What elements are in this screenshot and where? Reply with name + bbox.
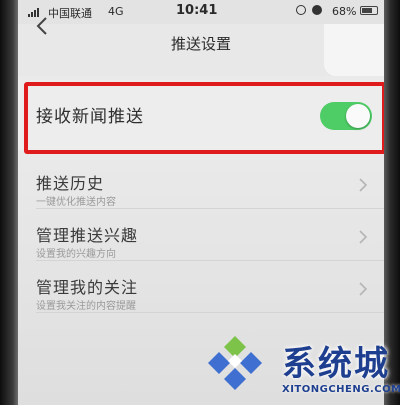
divider: [36, 208, 384, 209]
list-item-subtitle: 设置我关注的内容提醒: [36, 301, 136, 312]
highlight-frame: [24, 82, 384, 154]
carrier-name: 中国联通: [48, 7, 92, 20]
alarm-icon: [312, 5, 322, 15]
list-item-subtitle: 一键优化推送内容: [36, 197, 116, 208]
page-title: 推送设置: [170, 35, 231, 53]
site-watermark: 系统城 XITONGCHENG.COM: [196, 328, 400, 402]
list-item-title: 管理我的关注: [36, 278, 139, 297]
rotation-lock-icon: [296, 5, 306, 15]
divider: [36, 260, 384, 261]
list-item-push-interests[interactable]: 管理推送兴趣 设置我的兴趣方向: [18, 216, 384, 274]
chevron-right-icon: [359, 230, 368, 244]
battery-percent: 68%: [332, 5, 357, 18]
watermark-domain: XITONGCHENG.COM: [282, 384, 400, 395]
list-item-title: 推送历史: [36, 174, 105, 193]
list-item-subtitle: 设置我的兴趣方向: [36, 249, 116, 260]
list-item-my-follows[interactable]: 管理我的关注 设置我关注的内容提醒: [18, 268, 384, 326]
chevron-right-icon: [359, 178, 368, 192]
divider: [36, 312, 384, 313]
list-item-push-history[interactable]: 推送历史 一键优化推送内容: [18, 164, 384, 222]
battery-icon: [360, 6, 378, 15]
chevron-right-icon: [359, 282, 368, 296]
list-item-title: 管理推送兴趣: [36, 226, 139, 245]
logo-icon: [208, 336, 262, 390]
status-bar: 中国联通 4G 10:41 68%: [18, 0, 384, 24]
network-type: 4G: [108, 5, 124, 18]
phone-bezel-left: [0, 0, 18, 405]
clock: 10:41: [176, 3, 218, 18]
watermark-name: 系统城: [282, 344, 390, 384]
